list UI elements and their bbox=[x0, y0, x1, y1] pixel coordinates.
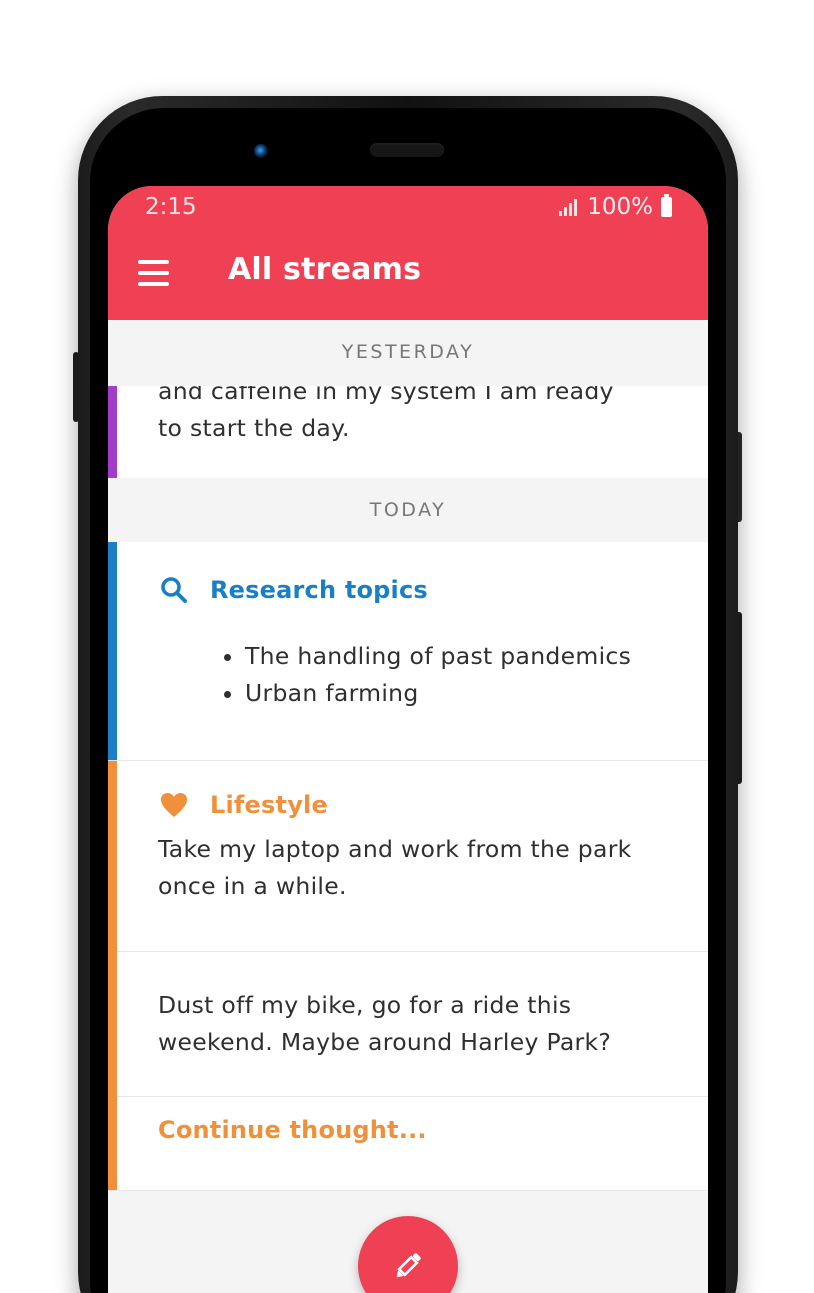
continue-thought-link[interactable]: Continue thought... bbox=[158, 1116, 427, 1144]
battery-percent: 100% bbox=[587, 194, 653, 220]
stream-entry-yesterday[interactable]: and caffeine in my system I am ready to … bbox=[108, 386, 708, 478]
section-header-yesterday: YESTERDAY bbox=[108, 320, 708, 384]
page-title: All streams bbox=[228, 252, 422, 287]
status-time: 2:15 bbox=[145, 194, 197, 220]
signal-icon bbox=[559, 198, 578, 216]
list-item: Urban farming bbox=[245, 675, 631, 712]
hamburger-menu-icon[interactable] bbox=[138, 260, 170, 286]
entry-title: Research topics bbox=[210, 576, 428, 604]
entry-text: Dust off my bike, go for a ride this wee… bbox=[158, 991, 612, 1056]
stream-entry-lifestyle: Lifestyle Take my laptop and work from t… bbox=[108, 761, 708, 1190]
topic-list: The handling of past pandemics Urban far… bbox=[205, 638, 631, 712]
pencil-icon bbox=[396, 1252, 422, 1278]
lifestyle-note-2[interactable]: Dust off my bike, go for a ride this wee… bbox=[108, 952, 708, 1096]
front-camera bbox=[254, 144, 268, 158]
search-icon bbox=[161, 577, 187, 603]
stream-entry-research-topics[interactable]: Research topics The handling of past pan… bbox=[108, 542, 708, 760]
heart-icon bbox=[161, 793, 187, 817]
entry-accent-bar bbox=[108, 542, 117, 760]
section-header-today: TODAY bbox=[108, 478, 708, 542]
earpiece-speaker bbox=[370, 143, 444, 157]
phone-screen: 2:15 100% All streams YESTERDAY and caff… bbox=[108, 186, 708, 1293]
app-bar: 2:15 100% All streams bbox=[108, 186, 708, 320]
battery-icon bbox=[661, 194, 672, 217]
status-indicators: 100% bbox=[559, 194, 672, 220]
divider bbox=[108, 1190, 708, 1191]
compose-button[interactable] bbox=[358, 1216, 458, 1293]
lifestyle-note-1[interactable]: Lifestyle Take my laptop and work from t… bbox=[108, 761, 708, 951]
entry-text: Take my laptop and work from the park on… bbox=[158, 835, 632, 900]
entry-title: Lifestyle bbox=[210, 791, 328, 819]
entry-accent-bar bbox=[108, 386, 117, 478]
list-item: The handling of past pandemics bbox=[245, 638, 631, 675]
divider bbox=[117, 1096, 708, 1097]
page: 2:15 100% All streams YESTERDAY and caff… bbox=[0, 0, 814, 1293]
entry-text: and caffeine in my system I am ready to … bbox=[158, 386, 614, 442]
